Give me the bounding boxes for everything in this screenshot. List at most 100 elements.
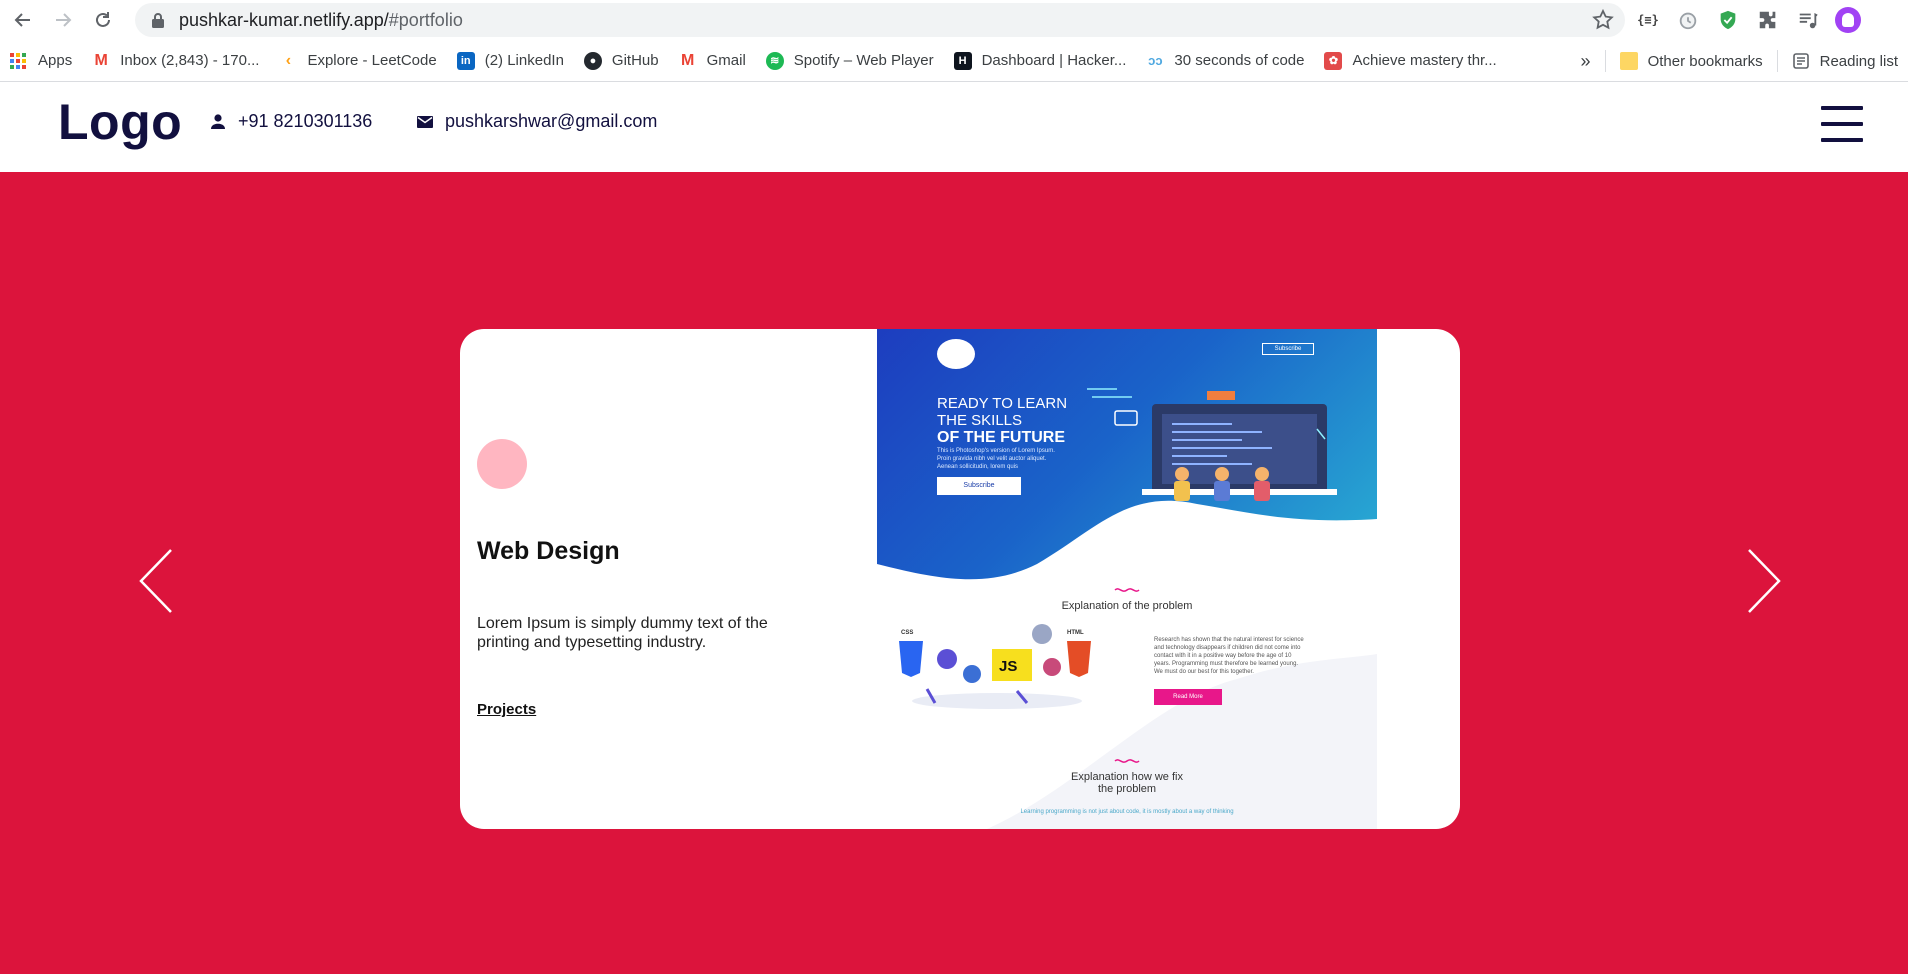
bookmark-label: GitHub <box>611 52 659 69</box>
bookmark-label: Explore - LeetCode <box>307 52 437 69</box>
person-icon <box>211 113 225 129</box>
mockup-heading-line: THE SKILLS <box>937 412 1023 429</box>
mockup-section-line: Explanation how we fix <box>1071 771 1183 783</box>
mockup-badge-js: JS <box>999 658 1018 675</box>
bookmarks-divider <box>1776 50 1778 72</box>
carousel-prev-button[interactable] <box>137 546 177 616</box>
bookmark-linkedin[interactable]: in (2) LinkedIn <box>447 46 574 76</box>
bookmark-label: 30 seconds of code <box>1174 52 1305 69</box>
project-screenshot: Subscribe READY TO LEARN THE SKILLS OF T… <box>877 329 1377 829</box>
mockup-badge-css: CSS <box>901 630 914 636</box>
mockup-section-line: the problem <box>1097 783 1157 795</box>
folder-icon <box>1619 52 1638 70</box>
mockup-footer-text: Learning programming is not just about c… <box>1020 809 1234 815</box>
mockup-subscribe-button: Subscribe <box>937 477 1021 495</box>
bookmark-achieve-mastery[interactable]: ✿ Achieve mastery thr... <box>1314 46 1506 76</box>
json-viewer-icon[interactable]: {≡} <box>1635 7 1661 33</box>
bookmark-label: Inbox (2,843) - 170... <box>120 52 260 69</box>
decorative-dot <box>477 439 527 489</box>
site-header: Logo +91 8210301136 pushkarshwar@gmail.c… <box>0 83 1908 172</box>
lock-icon <box>152 13 164 28</box>
spotify-icon: ≋ <box>765 51 784 70</box>
site-logo[interactable]: Logo <box>58 93 182 151</box>
hackerrank-icon: H <box>953 51 972 70</box>
carousel-next-button[interactable] <box>1743 546 1783 616</box>
mockup-heading: READY TO LEARN THE SKILLS OF THE FUTURE <box>937 395 1067 446</box>
linkedin-icon: in <box>456 51 475 70</box>
hamburger-line <box>1821 138 1863 142</box>
mockup-section-title: Explanation how we fix the problem <box>877 771 1377 795</box>
reading-list-button[interactable]: Reading list <box>1782 46 1908 76</box>
mockup-section-text: Research has shown that the natural inte… <box>1154 637 1304 675</box>
hamburger-line <box>1821 106 1863 110</box>
github-icon: ● <box>583 51 602 70</box>
mockup-squiggle <box>1114 759 1140 763</box>
mockup-section-title: Explanation of the problem <box>1061 600 1193 612</box>
bookmarks-overflow-button[interactable]: » <box>1571 51 1601 72</box>
bookmarks-divider <box>1604 50 1606 72</box>
mockup-badge-html: HTML <box>1067 630 1084 636</box>
mockup-logo <box>937 339 975 369</box>
bookmark-apps[interactable]: Apps <box>0 46 82 76</box>
gmail-icon: M <box>678 51 697 70</box>
bookmark-label: (2) LinkedIn <box>484 52 564 69</box>
reload-button[interactable] <box>86 3 120 37</box>
phone-contact[interactable]: +91 8210301136 <box>208 111 372 132</box>
bookmark-label: Achieve mastery thr... <box>1352 52 1497 69</box>
thirty-seconds-icon: ɔɔ <box>1146 51 1165 70</box>
extensions-area: {≡} <box>1635 4 1861 36</box>
card-description: Lorem Ipsum is simply dummy text of the … <box>477 615 768 651</box>
leetcode-icon: ‹ <box>279 51 298 70</box>
timer-extension-icon[interactable] <box>1675 7 1701 33</box>
shield-extension-icon[interactable] <box>1715 7 1741 33</box>
mockup-heading-line: OF THE FUTURE <box>937 429 1065 446</box>
profile-avatar[interactable] <box>1835 7 1861 33</box>
mockup-squiggle <box>1114 588 1140 592</box>
bookmark-30-seconds[interactable]: ɔɔ 30 seconds of code <box>1136 46 1314 76</box>
gmail-icon: M <box>92 51 111 70</box>
mockup-subscribe-top: Subscribe <box>1262 343 1314 355</box>
back-button[interactable] <box>6 3 40 37</box>
mockup-read-more-button: Read More <box>1154 689 1222 705</box>
bookmark-star-icon[interactable] <box>1591 8 1615 32</box>
hamburger-menu-button[interactable] <box>1821 106 1863 142</box>
media-control-icon[interactable] <box>1795 7 1821 33</box>
bookmark-leetcode[interactable]: ‹ Explore - LeetCode <box>269 46 446 76</box>
bookmark-github[interactable]: ● GitHub <box>574 46 669 76</box>
url-host: pushkar-kumar.netlify.app/ <box>179 9 389 30</box>
reload-icon <box>96 12 110 27</box>
bookmark-other[interactable]: Other bookmarks <box>1610 46 1773 76</box>
portfolio-section: Web Design Lorem Ipsum is simply dummy t… <box>0 172 1908 974</box>
portfolio-card: Web Design Lorem Ipsum is simply dummy t… <box>460 329 1460 829</box>
url-path: #portfolio <box>388 9 463 30</box>
email-address: pushkarshwar@gmail.com <box>445 111 658 131</box>
puzzle-extensions-icon[interactable] <box>1755 7 1781 33</box>
apps-grid-icon <box>10 52 28 70</box>
projects-link[interactable]: Projects <box>477 701 536 718</box>
chevron-left-icon <box>139 549 172 613</box>
bookmark-label: Apps <box>38 52 73 69</box>
back-arrow-icon <box>14 13 30 27</box>
bookmark-spotify[interactable]: ≋ Spotify – Web Player <box>756 46 944 76</box>
forward-arrow-icon <box>56 13 72 27</box>
bookmark-label: Other bookmarks <box>1647 52 1763 70</box>
reading-list-icon <box>1792 53 1809 69</box>
bookmark-label: Gmail <box>706 52 746 69</box>
hamburger-line <box>1821 122 1863 126</box>
bookmark-gmail[interactable]: M Gmail <box>669 46 756 76</box>
bookmark-inbox[interactable]: M Inbox (2,843) - 170... <box>82 46 269 76</box>
openai-icon: ✿ <box>1324 51 1343 70</box>
bookmarks-right: » Other bookmarks Reading list <box>1571 40 1908 82</box>
mockup-subtext: This is Photoshop's version of Lorem Ips… <box>937 448 1055 470</box>
browser-toolbar: pushkar-kumar.netlify.app/#portfolio {≡} <box>0 0 1908 40</box>
bookmark-label: Reading list <box>1819 52 1898 70</box>
address-bar[interactable]: pushkar-kumar.netlify.app/#portfolio <box>135 3 1625 37</box>
mail-icon <box>417 115 433 128</box>
card-title: Web Design <box>477 537 620 565</box>
phone-number: +91 8210301136 <box>238 111 373 131</box>
email-contact[interactable]: pushkarshwar@gmail.com <box>415 111 657 132</box>
bookmarks-bar: Apps M Inbox (2,843) - 170... ‹ Explore … <box>0 40 1908 82</box>
forward-button[interactable] <box>46 3 80 37</box>
bookmark-hackerrank[interactable]: H Dashboard | Hacker... <box>944 46 1137 76</box>
mockup-heading-line: READY TO LEARN <box>937 395 1068 412</box>
